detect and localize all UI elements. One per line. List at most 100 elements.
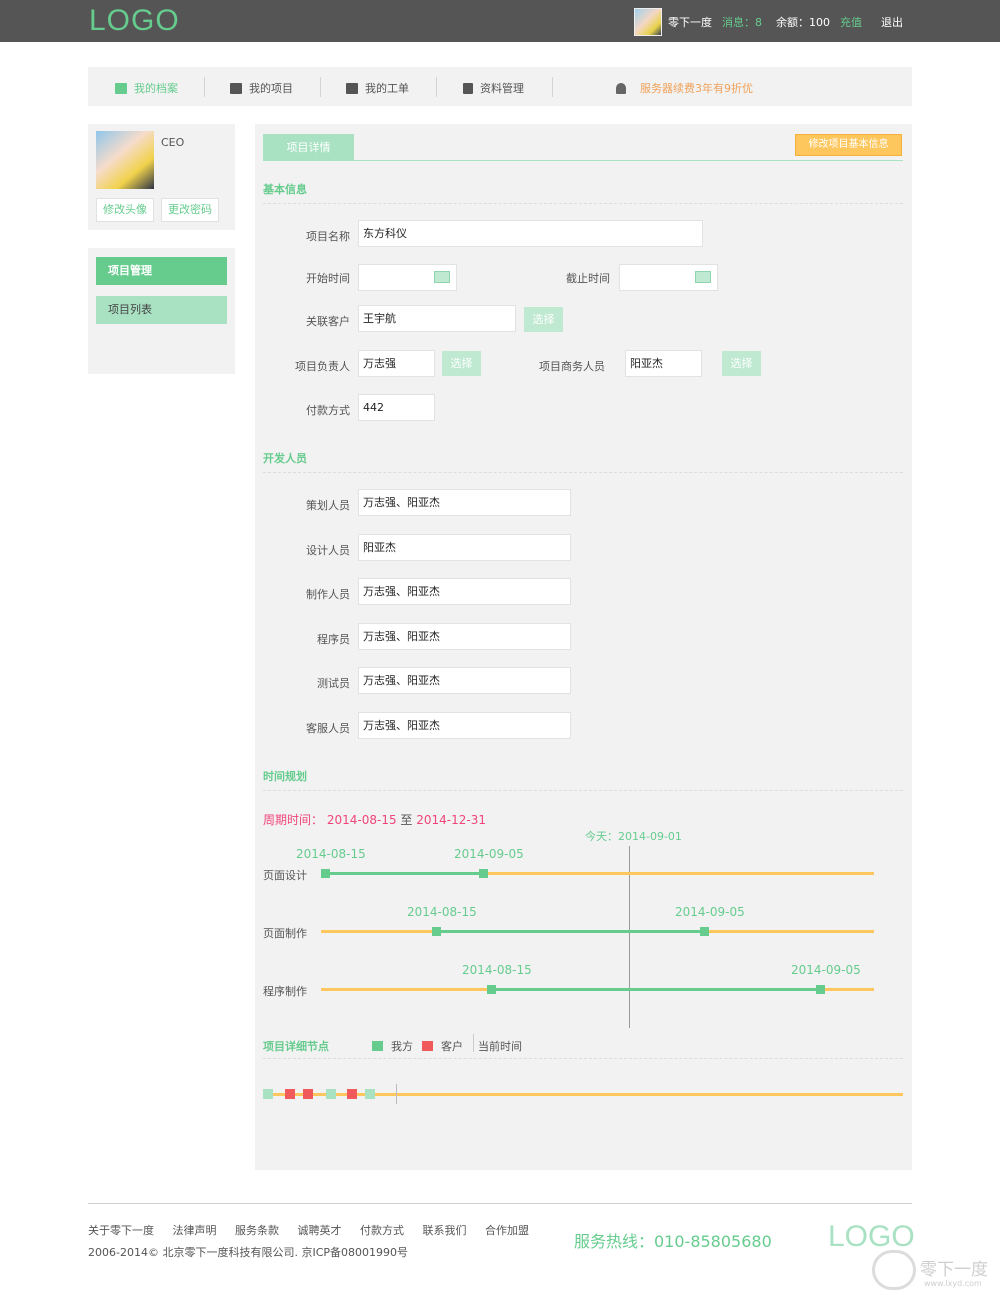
footer-link[interactable]: 合作加盟 bbox=[485, 1224, 529, 1237]
tab-project-detail[interactable]: 项目详情 bbox=[263, 134, 354, 161]
sidebar-item-project-list[interactable]: 项目列表 bbox=[96, 296, 227, 324]
task-end-node[interactable] bbox=[479, 869, 488, 878]
owner-field[interactable]: 万志强 bbox=[358, 350, 435, 377]
copyright: 2006-2014© 北京零下一度科技有限公司. 京ICP备08001990号 bbox=[88, 1246, 408, 1259]
divider bbox=[263, 1058, 903, 1059]
node-client[interactable] bbox=[303, 1089, 313, 1099]
dev-row-field[interactable]: 万志强、阳亚杰 bbox=[358, 712, 571, 739]
footer-link[interactable]: 法律声明 bbox=[173, 1224, 217, 1237]
select-client-button[interactable]: 选择 bbox=[524, 307, 563, 332]
footer-link[interactable]: 关于零下一度 bbox=[88, 1224, 154, 1237]
business-field[interactable]: 阳亚杰 bbox=[625, 350, 702, 377]
node-client[interactable] bbox=[285, 1089, 295, 1099]
change-avatar-button[interactable]: 修改头像 bbox=[96, 198, 154, 222]
select-owner-button[interactable]: 选择 bbox=[442, 351, 481, 376]
dev-row-field[interactable]: 万志强、阳亚杰 bbox=[358, 623, 571, 650]
task-start-date: 2014-08-15 bbox=[462, 963, 532, 977]
footer-logo: LOGO bbox=[828, 1220, 915, 1253]
end-date-label: 截止时间 bbox=[566, 272, 610, 285]
nav-label: 我的档案 bbox=[134, 82, 178, 95]
dev-row-field[interactable]: 万志强、阳亚杰 bbox=[358, 489, 571, 516]
node-ours[interactable] bbox=[263, 1089, 273, 1099]
task-start-node[interactable] bbox=[432, 927, 441, 936]
service-notice[interactable]: 服务器续费3年有9折优 bbox=[616, 80, 753, 96]
messages-link[interactable]: 消息：8 bbox=[722, 14, 762, 30]
balance-text: 余额：100 bbox=[776, 16, 830, 29]
calendar-icon[interactable] bbox=[434, 271, 450, 283]
nav-materials[interactable]: 资料管理 bbox=[463, 80, 524, 96]
logout-link[interactable]: 退出 bbox=[881, 14, 903, 30]
select-business-button[interactable]: 选择 bbox=[722, 351, 761, 376]
period-to: 至 bbox=[400, 813, 413, 827]
nav-label: 资料管理 bbox=[480, 82, 524, 95]
current-time-marker bbox=[396, 1084, 397, 1104]
legend-label: 当前时间 bbox=[478, 1040, 522, 1053]
footer-link[interactable]: 联系我们 bbox=[423, 1224, 467, 1237]
section-basic-info: 基本信息 bbox=[263, 183, 307, 196]
notice-text: 服务器续费3年有9折优 bbox=[640, 82, 753, 95]
period-text: 周期时间： 2014-08-15 至 2014-12-31 bbox=[263, 811, 486, 828]
task-start-node[interactable] bbox=[321, 869, 330, 878]
node-ours[interactable] bbox=[365, 1089, 375, 1099]
main-nav: 我的档案 我的项目 我的工单 资料管理 服务器续费3年有9折优 bbox=[88, 67, 912, 106]
task-end-node[interactable] bbox=[816, 985, 825, 994]
task-label: 页面设计 bbox=[263, 869, 307, 882]
dev-row-label: 测试员 bbox=[317, 677, 350, 690]
node-client[interactable] bbox=[347, 1089, 357, 1099]
start-date-field[interactable] bbox=[358, 264, 457, 291]
node-ours[interactable] bbox=[326, 1089, 336, 1099]
client-field[interactable]: 王宇航 bbox=[358, 305, 516, 332]
project-name-field[interactable]: 东方科仪 bbox=[358, 220, 703, 247]
bell-icon bbox=[616, 82, 626, 94]
task-start-node[interactable] bbox=[487, 985, 496, 994]
calendar-icon[interactable] bbox=[695, 271, 711, 283]
legend-swatch bbox=[422, 1041, 433, 1051]
task-end-node[interactable] bbox=[700, 927, 709, 936]
nav-my-projects[interactable]: 我的项目 bbox=[230, 80, 293, 96]
side-menu: 项目管理 项目列表 bbox=[88, 248, 235, 374]
period-end: 2014-12-31 bbox=[416, 813, 487, 827]
task-start-date: 2014-08-15 bbox=[296, 847, 366, 861]
dev-row-field[interactable]: 万志强、阳亚杰 bbox=[358, 578, 571, 605]
dev-row-label: 客服人员 bbox=[306, 722, 350, 735]
divider bbox=[263, 790, 903, 791]
divider bbox=[263, 203, 903, 204]
task-end-date: 2014-09-05 bbox=[675, 905, 745, 919]
sidebar-section-project-management[interactable]: 项目管理 bbox=[96, 257, 227, 285]
username[interactable]: 零下一度 bbox=[668, 14, 712, 30]
start-date-label: 开始时间 bbox=[306, 272, 350, 285]
footer-links: 关于零下一度 法律声明 服务条款 诚聘英才 付款方式 联系我们 合作加盟 bbox=[88, 1222, 544, 1238]
watermark-logo-icon bbox=[872, 1250, 916, 1290]
edit-project-button[interactable]: 修改项目基本信息 bbox=[795, 134, 902, 156]
end-date-field[interactable] bbox=[619, 264, 718, 291]
recharge-link[interactable]: 充值 bbox=[840, 14, 862, 30]
period-label: 周期时间： bbox=[263, 813, 324, 827]
task-label: 程序制作 bbox=[263, 985, 307, 998]
project-detail-panel: 项目详情 修改项目基本信息 基本信息 项目名称 东方科仪 开始时间 截止时间 关… bbox=[255, 124, 912, 1170]
legend-divider bbox=[473, 1034, 474, 1052]
project-name-label: 项目名称 bbox=[306, 230, 350, 243]
nav-divider bbox=[320, 77, 321, 97]
change-password-button[interactable]: 更改密码 bbox=[161, 198, 219, 222]
user-avatar[interactable] bbox=[634, 8, 662, 36]
footer-link[interactable]: 服务条款 bbox=[235, 1224, 279, 1237]
logo[interactable]: LOGO bbox=[89, 4, 180, 38]
user-role: CEO bbox=[161, 136, 185, 149]
dev-row-field[interactable]: 阳亚杰 bbox=[358, 534, 571, 561]
footer-link[interactable]: 付款方式 bbox=[360, 1224, 404, 1237]
nav-my-tickets[interactable]: 我的工单 bbox=[346, 80, 409, 96]
dev-row-field[interactable]: 万志强、阳亚杰 bbox=[358, 667, 571, 694]
task-progress-bar bbox=[491, 988, 821, 991]
nav-my-profile[interactable]: 我的档案 bbox=[115, 80, 178, 96]
legend-label: 我方 bbox=[391, 1040, 413, 1053]
legend-swatch bbox=[372, 1041, 383, 1051]
business-label: 项目商务人员 bbox=[539, 360, 605, 373]
top-bar: LOGO 零下一度 消息：8 余额：100 充值 退出 bbox=[0, 0, 1000, 42]
service-hotline: 服务热线：010-85805680 bbox=[574, 1232, 772, 1251]
section-schedule: 时间规划 bbox=[263, 770, 307, 783]
footer-link[interactable]: 诚聘英才 bbox=[298, 1224, 342, 1237]
dev-row-label: 制作人员 bbox=[306, 588, 350, 601]
period-start: 2014-08-15 bbox=[326, 813, 397, 827]
legend-ours: 我方 bbox=[372, 1038, 413, 1054]
payment-field[interactable]: 442 bbox=[358, 394, 435, 421]
